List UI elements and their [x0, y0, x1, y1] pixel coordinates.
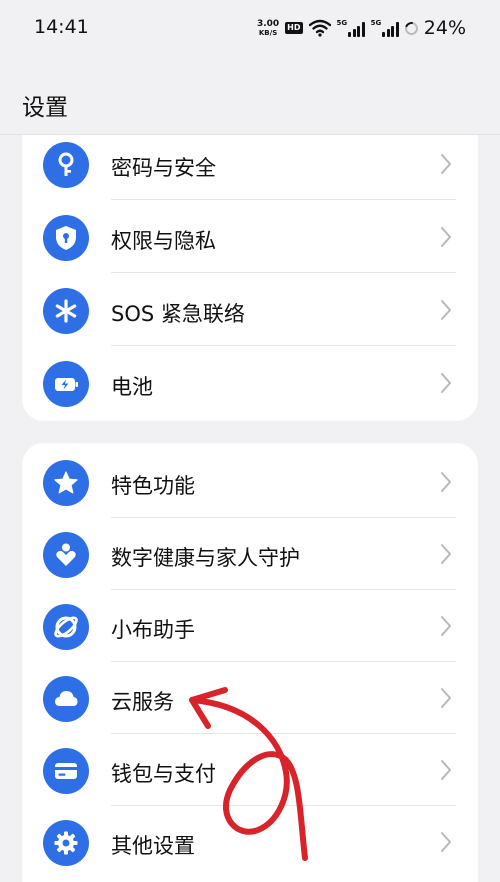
settings-item-wallet-payment[interactable]: 钱包与支付	[22, 734, 478, 806]
key-icon	[43, 142, 89, 188]
chevron-right-icon	[441, 544, 451, 564]
status-icons: 3.00 KB/S HD 5G 5G 24%	[257, 15, 466, 41]
star-icon	[43, 460, 89, 506]
settings-item-label: 其他设置	[111, 834, 195, 858]
settings-item-cloud-service[interactable]: 云服务	[22, 662, 478, 734]
settings-item-label: 密码与安全	[111, 156, 216, 180]
chevron-right-icon	[441, 154, 451, 174]
settings-item-special-features[interactable]: 特色功能	[22, 446, 478, 518]
settings-group-security: 密码与安全 权限与隐私 SOS 紧急联络 电池	[22, 118, 478, 421]
settings-item-other-settings[interactable]: 其他设置	[22, 806, 478, 878]
settings-item-label: 电池	[111, 375, 153, 399]
gear-icon	[43, 820, 89, 866]
settings-item-label: SOS 紧急联络	[111, 302, 245, 326]
cloud-icon	[43, 676, 89, 722]
network-speed-value: 3.00	[256, 18, 280, 29]
chevron-right-icon	[441, 373, 451, 393]
settings-item-password-security[interactable]: 密码与安全	[22, 128, 478, 200]
chevron-right-icon	[441, 760, 451, 780]
chevron-right-icon	[441, 688, 451, 708]
settings-group-features: 特色功能 数字健康与家人守护 小布助手 云服务 钱包与支付 其他设置	[22, 443, 478, 882]
settings-item-digital-wellbeing[interactable]: 数字健康与家人守护	[22, 518, 478, 590]
sim1-signal-icon: 5G	[337, 19, 365, 37]
settings-item-label: 数字健康与家人守护	[111, 546, 300, 570]
sim1-network-type: 5G	[336, 19, 348, 27]
settings-item-label: 钱包与支付	[111, 762, 216, 786]
app-header: 设置	[0, 58, 500, 135]
divider	[111, 199, 456, 200]
settings-item-permissions-privacy[interactable]: 权限与隐私	[22, 201, 478, 273]
network-speed: 3.00 KB/S	[256, 18, 280, 37]
divider	[111, 272, 456, 273]
asterisk-icon	[43, 288, 89, 334]
sim2-network-type: 5G	[370, 19, 382, 27]
settings-item-breeno-assistant[interactable]: 小布助手	[22, 590, 478, 662]
assistant-icon	[43, 604, 89, 650]
status-time: 14:41	[34, 16, 89, 38]
hd-voice-icon: HD	[285, 22, 303, 34]
battery-charging-icon	[43, 361, 89, 407]
chevron-right-icon	[441, 472, 451, 492]
divider	[111, 345, 456, 346]
wifi-icon	[308, 19, 331, 37]
chevron-right-icon	[441, 832, 451, 852]
settings-item-label: 权限与隐私	[111, 229, 216, 253]
battery-percent: 24%	[423, 17, 466, 39]
shield-lock-icon	[43, 215, 89, 261]
settings-item-label: 云服务	[111, 690, 174, 714]
settings-item-sos-emergency[interactable]: SOS 紧急联络	[22, 274, 478, 346]
settings-screen: 14:41 3.00 KB/S HD 5G 5G 24% 密码与安全 权限与隐私…	[0, 0, 500, 882]
network-speed-unit: KB/S	[258, 28, 278, 37]
person-heart-icon	[43, 532, 89, 578]
chevron-right-icon	[441, 227, 451, 247]
settings-item-battery[interactable]: 电池	[22, 347, 478, 419]
status-bar: 14:41 3.00 KB/S HD 5G 5G 24%	[0, 0, 500, 58]
settings-item-label: 小布助手	[111, 618, 195, 642]
battery-icon	[402, 19, 421, 37]
chevron-right-icon	[441, 616, 451, 636]
chevron-right-icon	[441, 300, 451, 320]
page-title: 设置	[22, 95, 68, 121]
wallet-card-icon	[43, 748, 89, 794]
settings-item-label: 特色功能	[111, 474, 195, 498]
sim2-signal-icon: 5G	[371, 19, 399, 37]
